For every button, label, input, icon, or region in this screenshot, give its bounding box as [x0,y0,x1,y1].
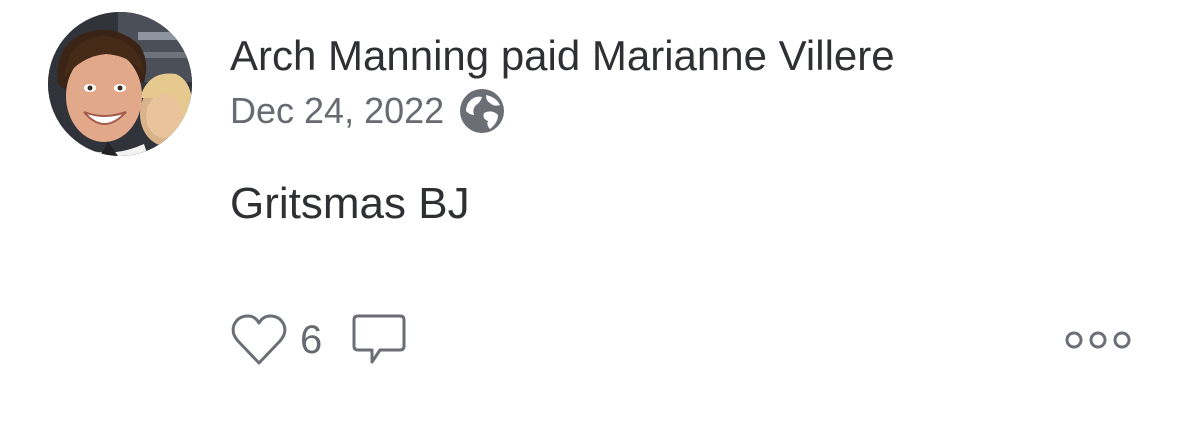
story-title: Arch Manning paid Marianne Villere [230,30,895,82]
avatar[interactable] [48,12,192,156]
ellipsis-icon[interactable] [1062,322,1134,358]
speech-bubble-icon[interactable] [350,312,408,368]
payment-note: Gritsmas BJ [230,179,470,228]
globe-icon [458,87,506,135]
payment-story: Arch Manning paid Marianne Villere Dec 2… [0,0,1179,440]
heart-outline-icon[interactable] [230,313,288,367]
avatar-photo [48,12,192,156]
story-meta: Dec 24, 2022 [230,86,506,136]
like-count[interactable]: 6 [300,313,322,367]
story-verb: paid [500,32,581,79]
story-date: Dec 24, 2022 [230,90,445,131]
target-name[interactable]: Marianne Villere [592,32,895,79]
actor-name[interactable]: Arch Manning [230,32,489,79]
story-actions: 6 [230,310,408,370]
